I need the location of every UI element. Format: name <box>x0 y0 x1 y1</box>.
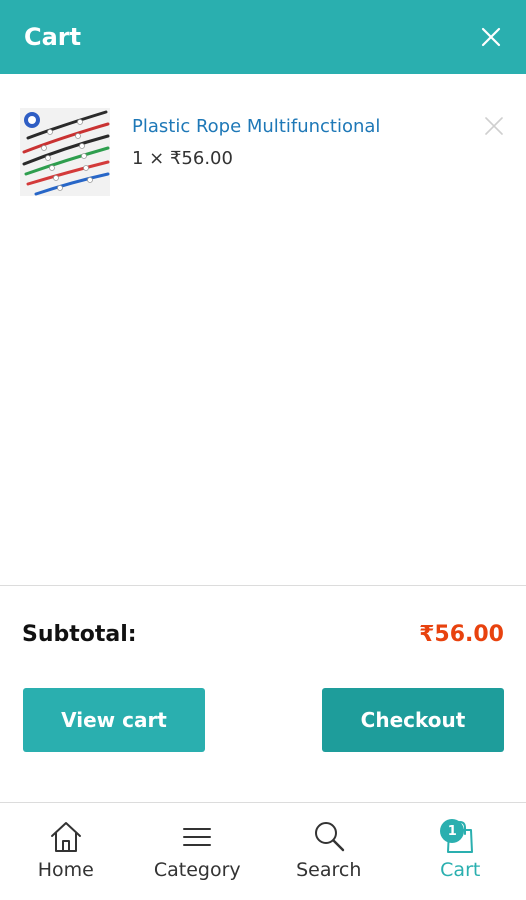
nav-label-cart: Cart <box>440 859 481 881</box>
bottom-navigation: Home Category Search 1 Cart <box>0 803 526 900</box>
home-icon <box>50 822 81 852</box>
nav-item-search[interactable]: Search <box>263 803 395 900</box>
nav-item-home[interactable]: Home <box>0 803 132 900</box>
rope-product-image <box>20 108 110 196</box>
page-title: Cart <box>24 23 82 51</box>
view-cart-button[interactable]: View cart <box>23 688 205 752</box>
menu-icon <box>183 828 212 846</box>
nav-label-search: Search <box>296 859 362 881</box>
nav-item-category[interactable]: Category <box>132 803 264 900</box>
close-icon[interactable] <box>480 26 502 48</box>
nav-label-category: Category <box>153 859 241 881</box>
nav-label-home: Home <box>37 859 94 881</box>
nav-item-cart[interactable]: 1 Cart <box>395 803 526 900</box>
cart-item: Plastic Rope Multifunctional 1 × ₹56.00 <box>20 108 506 198</box>
product-price: 1 × ₹56.00 <box>132 148 233 169</box>
subtotal-value: ₹56.00 <box>419 622 504 647</box>
cart-header: Cart <box>0 0 526 74</box>
product-thumbnail[interactable] <box>20 108 110 196</box>
remove-item-icon[interactable] <box>484 116 504 136</box>
product-name-link[interactable]: Plastic Rope Multifunctional <box>132 116 380 137</box>
divider <box>0 585 526 586</box>
subtotal-label: Subtotal: <box>22 622 137 647</box>
checkout-button[interactable]: Checkout <box>322 688 504 752</box>
search-icon <box>314 822 344 852</box>
